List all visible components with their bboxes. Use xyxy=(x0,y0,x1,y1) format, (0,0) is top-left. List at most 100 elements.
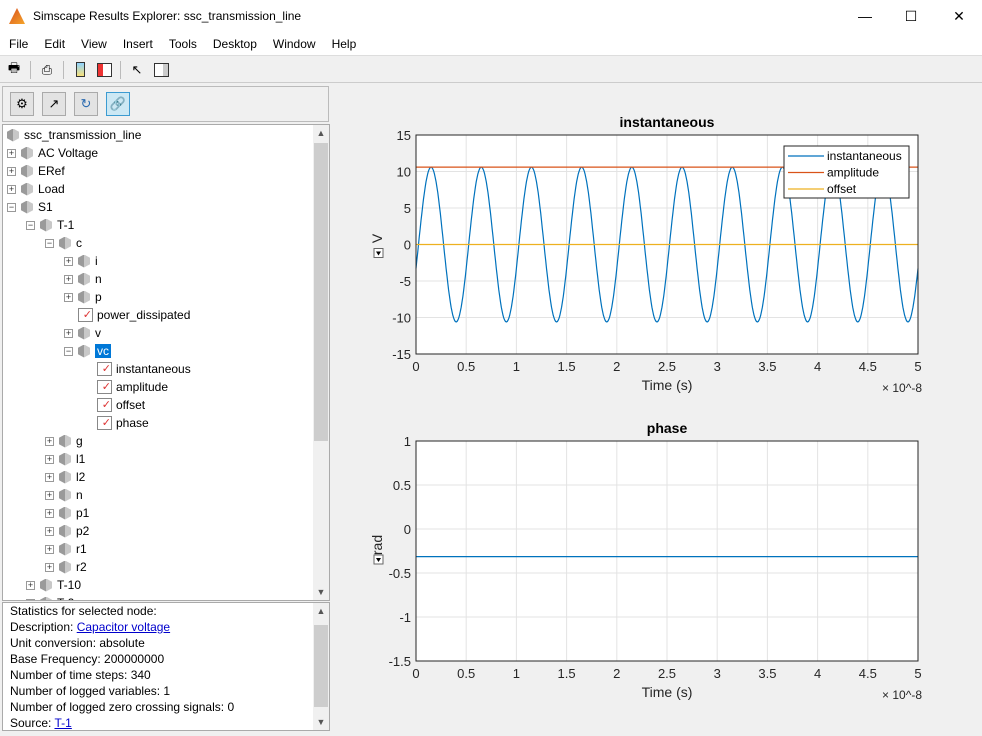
expand-icon[interactable]: + xyxy=(45,454,54,464)
stats-scrollbar[interactable]: ▲ ▼ xyxy=(313,603,329,730)
source-link[interactable]: T-1 xyxy=(54,716,71,730)
node-cube-icon xyxy=(40,596,52,600)
maximize-button[interactable]: ☐ xyxy=(888,0,934,32)
tree-item[interactable]: + i xyxy=(64,252,98,270)
tree-item[interactable]: + p2 xyxy=(45,522,89,540)
collapse-icon[interactable]: − xyxy=(64,346,73,356)
chart-title: phase xyxy=(647,420,688,436)
scroll-up-icon[interactable]: ▲ xyxy=(313,125,329,141)
collapse-icon[interactable]: − xyxy=(7,202,16,212)
tree-item[interactable]: − c xyxy=(45,234,82,252)
scroll-thumb[interactable] xyxy=(314,625,328,707)
menu-edit[interactable]: Edit xyxy=(35,37,72,51)
tree-item[interactable]: + p1 xyxy=(45,504,89,522)
expand-icon[interactable]: + xyxy=(64,328,73,338)
tree-item[interactable]: − T-1 xyxy=(26,216,74,234)
reload-icon[interactable]: ↻ xyxy=(74,92,98,116)
pointer-icon[interactable]: ↖ xyxy=(127,60,147,80)
expand-icon[interactable]: + xyxy=(26,580,35,590)
tree-item[interactable]: + l2 xyxy=(45,468,85,486)
expand-icon[interactable]: + xyxy=(45,526,54,536)
description-link[interactable]: Capacitor voltage xyxy=(77,620,170,634)
plots-svg: 0 0.5 1 1.5 2 2.5 3 3.5 4 4.5 5151050-5-10-15insta… xyxy=(369,114,922,702)
link-icon[interactable]: 🔗 xyxy=(106,92,130,116)
scroll-down-icon[interactable]: ▼ xyxy=(313,714,329,730)
tree-item-label: n xyxy=(95,272,102,286)
tree-item[interactable]: + AC Voltage xyxy=(7,144,98,162)
node-cube-icon xyxy=(78,254,90,268)
close-button[interactable]: ✕ xyxy=(936,0,982,32)
signal-icon: ✓ xyxy=(97,416,112,430)
y-tick-label: 15 xyxy=(397,128,411,143)
signal-icon: ✓ xyxy=(78,308,93,322)
scroll-thumb[interactable] xyxy=(314,143,328,441)
tree-item[interactable]: + r2 xyxy=(45,558,87,576)
expand-icon[interactable]: + xyxy=(7,166,16,176)
expand-icon[interactable]: + xyxy=(45,436,54,446)
expand-icon[interactable]: + xyxy=(45,562,54,572)
y-axis-label: V xyxy=(369,233,385,243)
expand-icon[interactable]: + xyxy=(7,148,16,158)
stats-unit: Unit conversion: absolute xyxy=(10,636,145,650)
tree-item[interactable]: + n xyxy=(45,486,83,504)
tree-item[interactable]: ✓ offset xyxy=(83,396,145,414)
expand-icon[interactable]: + xyxy=(64,274,73,284)
expand-icon[interactable]: + xyxy=(26,598,35,600)
menu-tools[interactable]: Tools xyxy=(160,37,204,51)
tree-item[interactable]: + T-10 xyxy=(26,576,81,594)
menu-desktop[interactable]: Desktop xyxy=(204,37,264,51)
expand-icon[interactable]: + xyxy=(45,490,54,500)
tree-item-label: AC Voltage xyxy=(38,146,99,160)
property-editor-icon[interactable] xyxy=(151,60,171,80)
print-icon[interactable]: 🖶 xyxy=(4,60,24,80)
scroll-down-icon[interactable]: ▼ xyxy=(313,584,329,600)
minimize-button[interactable]: — xyxy=(842,0,888,32)
divider xyxy=(120,60,121,79)
tree-scrollbar[interactable]: ▲ ▼ xyxy=(313,125,329,600)
stats-zero-crossing: Number of logged zero crossing signals: … xyxy=(10,700,235,714)
legend-icon[interactable] xyxy=(94,60,114,80)
tree-item[interactable]: + v xyxy=(64,324,101,342)
tree-item[interactable]: + T-2 xyxy=(26,594,74,600)
print-preview-icon[interactable]: ⎙ xyxy=(37,60,57,80)
tree-item[interactable]: ✓ instantaneous xyxy=(83,360,191,378)
tree-item[interactable]: + r1 xyxy=(45,540,87,558)
expand-icon[interactable]: + xyxy=(64,256,73,266)
x-tick-label: 2 xyxy=(613,666,620,681)
tree-item[interactable]: ✓ power_dissipated xyxy=(64,306,190,324)
tree-item[interactable]: ssc_transmission_line xyxy=(7,126,141,144)
scroll-up-icon[interactable]: ▲ xyxy=(313,603,329,619)
menu-help[interactable]: Help xyxy=(323,37,364,51)
expand-icon[interactable]: + xyxy=(7,184,16,194)
expand-icon[interactable]: + xyxy=(45,544,54,554)
menu-window[interactable]: Window xyxy=(264,37,323,51)
colorbar-icon[interactable] xyxy=(70,60,90,80)
collapse-icon[interactable]: − xyxy=(45,238,54,248)
x-axis-label: Time (s) xyxy=(642,684,693,700)
x-tick-label: 0.5 xyxy=(457,666,475,681)
menu-file[interactable]: File xyxy=(0,37,35,51)
tree-item[interactable]: − S1 xyxy=(7,198,53,216)
tree-item[interactable]: + n xyxy=(64,270,102,288)
tree-item[interactable]: ✓ amplitude xyxy=(83,378,168,396)
node-cube-icon xyxy=(40,218,52,232)
plot-options-icon[interactable]: ⚙ xyxy=(10,92,34,116)
tree-item[interactable]: + l1 xyxy=(45,450,85,468)
tree-item-label: p1 xyxy=(76,506,90,520)
x-tick-label: 2.5 xyxy=(658,359,676,374)
tree-item[interactable]: − vc xyxy=(64,342,111,360)
tree-item[interactable]: + ERef xyxy=(7,162,65,180)
expand-icon[interactable]: + xyxy=(64,292,73,302)
expand-icon[interactable]: + xyxy=(45,472,54,482)
tree-item[interactable]: + g xyxy=(45,432,83,450)
menu-insert[interactable]: Insert xyxy=(114,37,160,51)
tree-item[interactable]: ✓ phase xyxy=(83,414,149,432)
menu-view[interactable]: View xyxy=(72,37,114,51)
collapse-icon[interactable]: − xyxy=(26,220,35,230)
figure-toolbar: 🖶 ⎙ ↖ xyxy=(0,57,982,83)
expand-icon[interactable]: + xyxy=(45,508,54,518)
legend-entry: offset xyxy=(827,182,857,196)
tree-item[interactable]: + Load xyxy=(7,180,65,198)
tree-item[interactable]: + p xyxy=(64,288,102,306)
export-icon[interactable]: ↗ xyxy=(42,92,66,116)
